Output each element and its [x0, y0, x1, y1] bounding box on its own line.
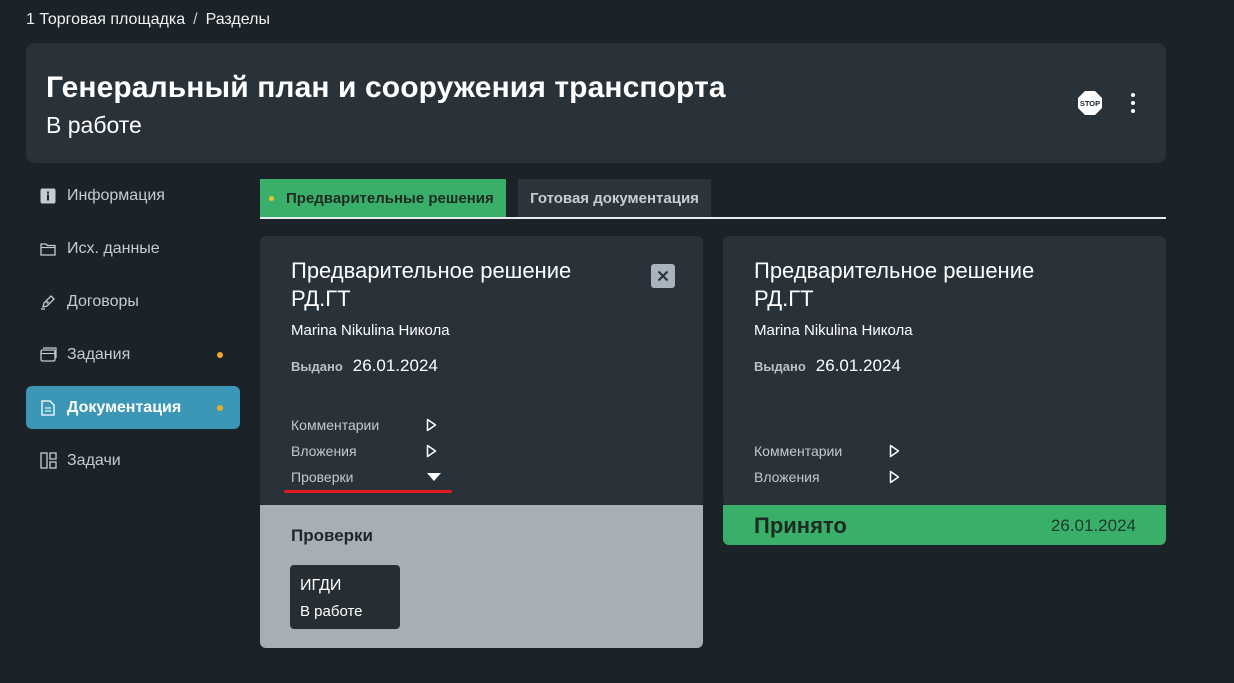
- pen-icon: [39, 293, 57, 311]
- sidebar-item-label: Задания: [67, 345, 131, 363]
- sidebar-item-label: Информация: [67, 186, 165, 204]
- card-title: Предварительное решение РД.ГТ: [291, 258, 572, 311]
- more-dot-icon: [1131, 101, 1135, 105]
- chevron-right-icon: [889, 470, 900, 484]
- card-author: Marina Nikulina Никола: [754, 322, 913, 339]
- stop-icon: STOP: [1078, 91, 1102, 115]
- more-options-button[interactable]: [1126, 91, 1140, 115]
- stop-button[interactable]: STOP: [1077, 90, 1103, 116]
- sidebar-item-contracts[interactable]: Договоры: [26, 280, 240, 323]
- sidebar-item-info[interactable]: Информация: [26, 174, 240, 217]
- close-button[interactable]: [651, 264, 675, 288]
- attachments-toggle[interactable]: Вложения: [754, 469, 900, 485]
- attachments-label: Вложения: [291, 443, 357, 459]
- issued-label: Выдано: [291, 359, 343, 374]
- card-author: Marina Nikulina Никола: [291, 322, 450, 339]
- sidebar-item-tasks[interactable]: Задачи: [26, 439, 240, 482]
- highlight-underline: [284, 490, 452, 493]
- card-title: Предварительное решение РД.ГТ: [754, 258, 1035, 311]
- issued-info: Выдано 26.01.2024: [754, 356, 901, 376]
- comments-label: Комментарии: [291, 417, 380, 433]
- section-status: В работе: [46, 112, 142, 138]
- comments-toggle[interactable]: Комментарии: [291, 417, 437, 433]
- comments-label: Комментарии: [754, 443, 843, 459]
- board-icon: [39, 452, 57, 470]
- comments-toggle[interactable]: Комментарии: [754, 443, 900, 459]
- chevron-right-icon: [889, 444, 900, 458]
- breadcrumb: 1 Торговая площадка / Разделы: [26, 11, 270, 29]
- issued-date: 26.01.2024: [815, 356, 901, 375]
- info-icon: [39, 187, 57, 205]
- tab-indicator-dot: [269, 196, 274, 201]
- sidebar-item-source-data[interactable]: Исх. данные: [26, 227, 240, 270]
- tab-ready-documentation[interactable]: Готовая документация: [518, 179, 711, 217]
- accepted-status-bar: Принято 26.01.2024: [723, 505, 1166, 545]
- check-item[interactable]: ИГДИ В работе: [290, 565, 400, 629]
- attachments-toggle[interactable]: Вложения: [291, 443, 437, 459]
- issued-label: Выдано: [754, 359, 806, 374]
- accepted-label: Принято: [754, 513, 847, 538]
- chevron-right-icon: [426, 418, 437, 432]
- chevron-right-icon: [426, 444, 437, 458]
- tab-preliminary-solutions[interactable]: Предварительные решения: [260, 179, 506, 217]
- notification-dot: [217, 404, 223, 411]
- issued-date: 26.01.2024: [352, 356, 438, 375]
- sidebar-item-tasks-assignments[interactable]: Задания: [26, 333, 240, 376]
- notification-dot: [217, 351, 223, 358]
- folder-icon: [39, 240, 57, 258]
- page-title: Генеральный план и сооружения транспорта: [46, 71, 726, 104]
- checks-panel: Проверки ИГДИ В работе: [260, 505, 703, 648]
- check-item-name: ИГДИ: [300, 577, 342, 594]
- checks-panel-title: Проверки: [291, 526, 374, 545]
- document-icon: [39, 399, 57, 417]
- sidebar-item-label: Документация: [67, 398, 182, 416]
- tab-label: Готовая документация: [530, 189, 699, 207]
- checks-label: Проверки: [291, 469, 354, 485]
- breadcrumb-item-sections[interactable]: Разделы: [206, 11, 270, 29]
- chevron-down-icon: [427, 473, 441, 481]
- sidebar: Информация Исх. данные Договоры Задания …: [26, 174, 240, 492]
- breadcrumb-item-marketplace[interactable]: 1 Торговая площадка: [26, 11, 185, 29]
- accepted-date: 26.01.2024: [1050, 516, 1136, 535]
- tab-bar: Предварительные решения Готовая документ…: [260, 179, 1166, 219]
- attachments-label: Вложения: [754, 469, 820, 485]
- solution-card: Предварительное решение РД.ГТ Marina Nik…: [260, 236, 703, 506]
- more-dot-icon: [1131, 109, 1135, 113]
- section-header: Генеральный план и сооружения транспорта…: [26, 43, 1166, 163]
- svg-text:STOP: STOP: [1080, 99, 1100, 108]
- sidebar-item-documentation[interactable]: Документация: [26, 386, 240, 429]
- sidebar-item-label: Задачи: [67, 451, 121, 469]
- solution-card: Предварительное решение РД.ГТ Marina Nik…: [723, 236, 1166, 506]
- tab-label: Предварительные решения: [286, 189, 494, 207]
- check-item-status: В работе: [300, 603, 363, 620]
- sidebar-item-label: Договоры: [67, 292, 139, 310]
- cards-icon: [39, 346, 57, 364]
- close-icon: [657, 270, 669, 282]
- breadcrumb-separator: /: [193, 11, 198, 28]
- sidebar-item-label: Исх. данные: [67, 239, 160, 257]
- checks-toggle[interactable]: Проверки: [291, 469, 442, 485]
- issued-info: Выдано 26.01.2024: [291, 356, 438, 376]
- more-dot-icon: [1131, 93, 1135, 97]
